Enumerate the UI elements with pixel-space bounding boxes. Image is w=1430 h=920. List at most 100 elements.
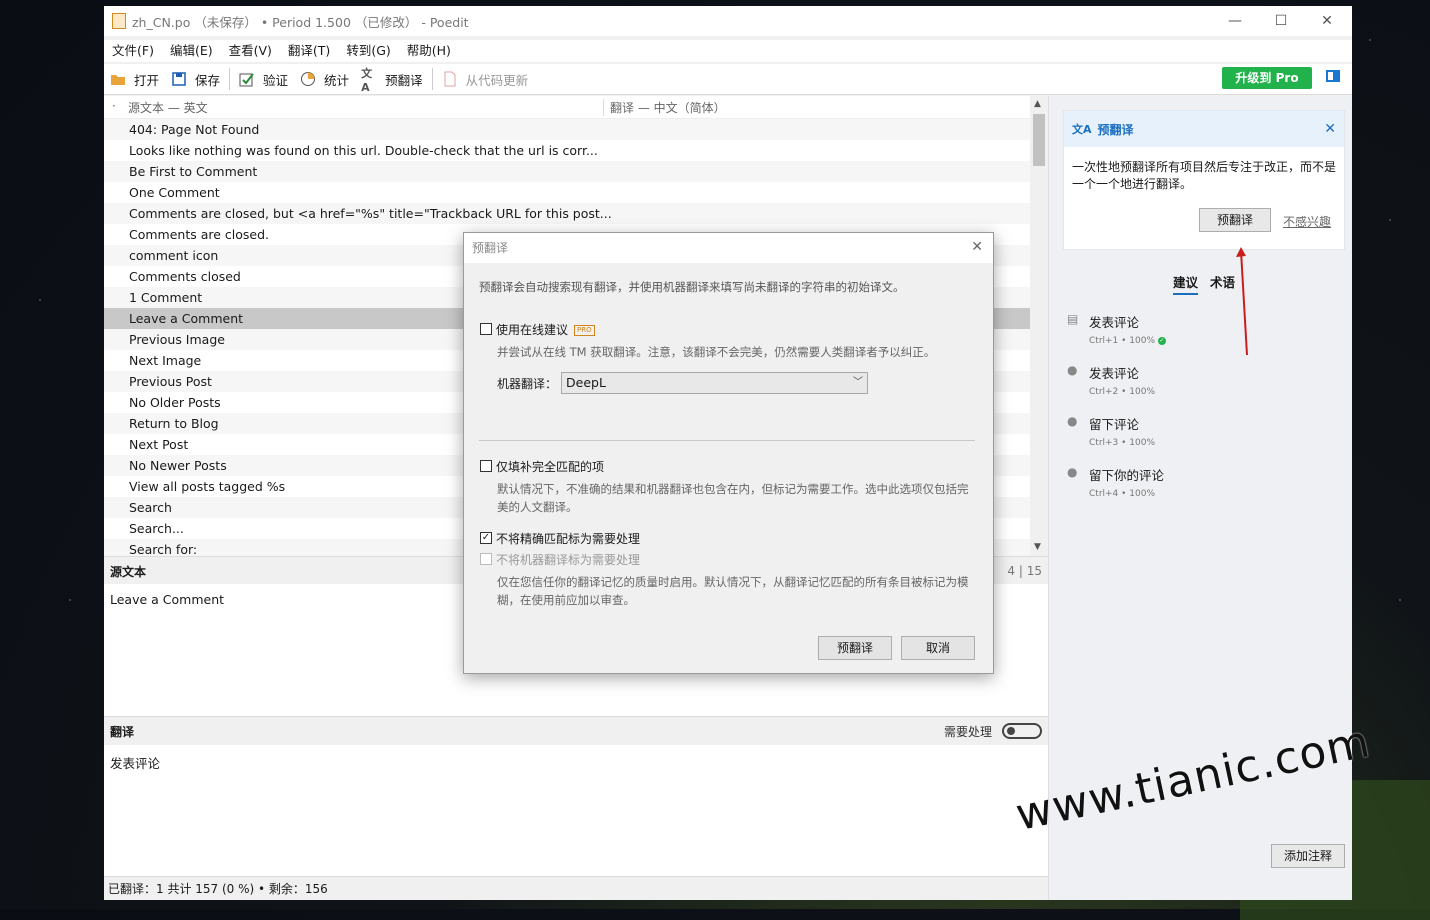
pretranslate-label: 预翻译: [385, 72, 423, 88]
folder-icon: [110, 71, 126, 87]
sidebar-tabs: 建议 术语: [1173, 272, 1235, 295]
suggestion-text: 留下评论: [1089, 417, 1140, 432]
pretranslate-toolbar-button[interactable]: 文A 预翻译: [355, 65, 429, 94]
save-icon: [171, 71, 187, 87]
validate-button[interactable]: 验证: [233, 65, 294, 93]
tab-terms[interactable]: 术语: [1210, 272, 1235, 295]
list-header: 源文本 — 英文 翻译 — 中文（简体）: [104, 96, 1048, 119]
no-fuzzy-exact-label: 不将精确匹配标为需要处理: [496, 532, 641, 546]
database-icon: ▤: [1067, 312, 1079, 326]
tip-close-icon[interactable]: ✕: [1324, 121, 1336, 137]
tip-header: 文A 预翻译: [1064, 111, 1344, 147]
title-bar: zh_CN.po （未保存） • Period 1.500 （已修改） - Po…: [104, 6, 1352, 36]
column-translation-header[interactable]: 翻译 — 中文（简体）: [603, 98, 726, 116]
status-bar: 已翻译：1 共计 157 (0 %) • 剩余：156: [104, 876, 1052, 900]
needs-work-toggle[interactable]: [1002, 723, 1042, 739]
document-icon: [442, 71, 458, 87]
translate-icon: 文A: [361, 66, 373, 94]
exact-only-checkbox[interactable]: [480, 460, 492, 472]
pretranslate-dialog: 预翻译 ✕ 预翻译会自动搜索现有翻译，并使用机器翻译来填写尚未翻译的字符串的初始…: [463, 232, 994, 674]
online-suggestions-label: 使用在线建议 PRO: [496, 321, 595, 338]
online-suggestions-checkbox[interactable]: [480, 323, 492, 335]
suggestion-meta: Ctrl+2 • 100%: [1089, 387, 1156, 397]
not-interested-link[interactable]: 不感兴趣: [1283, 213, 1331, 230]
annotation-arrow: [1236, 247, 1248, 356]
menu-translate[interactable]: 翻译(T): [280, 40, 338, 62]
menu-help[interactable]: 帮助(H): [399, 40, 459, 62]
list-item[interactable]: 404: Page Not Found: [104, 119, 1032, 140]
close-icon[interactable]: ✕: [1304, 6, 1350, 36]
online-suggestions-hint: 并尝试从在线 TM 获取翻译。注意，该翻译不会完美，仍然需要人类翻译者予以纠正。: [497, 345, 936, 359]
save-button[interactable]: 保存: [165, 65, 226, 93]
entry-counter: 4 | 15: [1007, 564, 1042, 578]
list-item[interactable]: Comments are closed, but <a href="%s" ti…: [104, 203, 1032, 224]
tip-text: 一次性地预翻译所有项目然后专注于改正，而不是一个一个地进行翻译。: [1072, 160, 1337, 191]
pro-badge: PRO: [574, 325, 595, 336]
no-fuzzy-mt-label: 不将机器翻译标为需要处理: [496, 553, 641, 567]
dialog-close-icon[interactable]: ✕: [971, 239, 983, 255]
pie-chart-icon: [300, 71, 316, 87]
translation-input[interactable]: 发表评论: [104, 745, 1048, 876]
maximize-icon[interactable]: ☐: [1258, 6, 1304, 36]
tab-suggestions[interactable]: 建议: [1173, 272, 1199, 295]
no-fuzzy-exact-checkbox[interactable]: ✓: [480, 532, 492, 544]
needs-work-label: 需要处理: [943, 724, 992, 739]
toolbar-separator: [229, 68, 231, 90]
machine-translation-select[interactable]: DeepL ﹀: [561, 372, 868, 394]
suggestion-text: 发表评论: [1089, 315, 1140, 330]
dialog-description: 预翻译会自动搜索现有翻译，并使用机器翻译来填写尚未翻译的字符串的初始译文。: [479, 280, 905, 294]
check-icon: ✓: [1157, 336, 1166, 345]
save-label: 保存: [195, 72, 221, 88]
list-item[interactable]: Looks like nothing was found on this url…: [104, 140, 1032, 161]
toolbar: 打开 保存 验证 统计 文A 预翻译 从代码更新: [104, 64, 1352, 95]
suggestion-meta: Ctrl+4 • 100%: [1089, 489, 1156, 499]
minimize-icon[interactable]: —: [1212, 6, 1258, 36]
exact-only-hint: 默认情况下，不准确的结果和机器翻译也包含在内，但标记为需要工作。选中此选项仅包括…: [497, 482, 969, 514]
exact-only-label: 仅填补完全匹配的项: [496, 460, 605, 474]
add-comment-button[interactable]: 添加注释: [1271, 844, 1345, 868]
toolbar-separator: [431, 68, 433, 90]
scroll-down-icon[interactable]: ▼: [1034, 542, 1041, 552]
update-from-code-button[interactable]: 从代码更新: [436, 65, 535, 93]
mt-label: 机器翻译：: [497, 377, 558, 391]
upgrade-pro-button[interactable]: 升级到 Pro: [1222, 67, 1312, 89]
suggestion-text: 发表评论: [1089, 366, 1140, 381]
update-from-code-label: 从代码更新: [465, 72, 529, 88]
sidebar-toggle-icon[interactable]: [1326, 70, 1340, 82]
menu-edit[interactable]: 编辑(E): [162, 40, 221, 62]
person-icon: ●: [1067, 414, 1078, 428]
dialog-title: 预翻译: [464, 233, 993, 263]
validate-label: 验证: [263, 72, 289, 88]
open-label: 打开: [134, 72, 160, 88]
window-title: zh_CN.po （未保存） • Period 1.500 （已修改） - Po…: [132, 14, 469, 30]
list-item[interactable]: Be First to Comment: [104, 161, 1032, 182]
list-scrollbar[interactable]: ▲ ▼: [1030, 96, 1048, 556]
dialog-cancel-button[interactable]: 取消: [901, 636, 975, 660]
suggestion-meta: Ctrl+1 • 100% ✓: [1089, 336, 1166, 346]
poedit-app-icon: [112, 13, 126, 29]
menu-view[interactable]: 查看(V): [221, 40, 280, 62]
menu-goto[interactable]: 转到(G): [338, 40, 398, 62]
dialog-pretranslate-button[interactable]: 预翻译: [818, 636, 892, 660]
no-fuzzy-mt-checkbox[interactable]: [480, 553, 492, 565]
tm-hint: 仅在您信任你的翻译记忆的质量时启用。默认情况下，从翻译记忆匹配的所有条目被标记为…: [497, 575, 969, 607]
dialog-divider: [479, 440, 975, 441]
menu-bar: 文件(F) 编辑(E) 查看(V) 翻译(T) 转到(G) 帮助(H): [104, 40, 1352, 62]
list-item[interactable]: One Comment: [104, 182, 1032, 203]
mt-selected-value: DeepL: [566, 375, 606, 390]
scrollbar-thumb[interactable]: [1033, 114, 1045, 166]
scroll-up-icon[interactable]: ▲: [1034, 99, 1041, 109]
source-panel-title: 源文本: [110, 564, 147, 579]
translation-panel-header: 翻译 需要处理: [104, 716, 1048, 745]
checkbox-check-icon: [239, 71, 255, 87]
tip-pretranslate-button[interactable]: 预翻译: [1199, 208, 1271, 232]
open-button[interactable]: 打开: [104, 65, 165, 93]
column-source-header[interactable]: 源文本 — 英文: [104, 99, 603, 116]
tip-title: 预翻译: [1097, 122, 1134, 137]
stats-label: 统计: [324, 72, 350, 88]
translation-panel-title: 翻译: [110, 724, 135, 739]
stats-button[interactable]: 统计: [294, 65, 355, 93]
person-icon: ●: [1067, 465, 1078, 479]
menu-file[interactable]: 文件(F): [104, 40, 162, 62]
suggestion-text: 留下你的评论: [1089, 468, 1165, 483]
